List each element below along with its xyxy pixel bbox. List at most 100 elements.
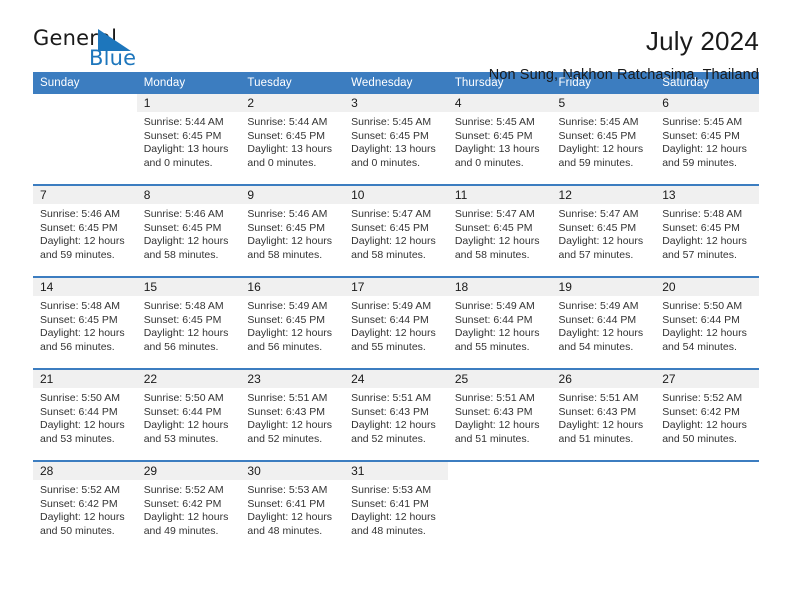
sunrise-text: Sunrise: 5:47 AM	[351, 208, 432, 220]
sunrise-text: Sunrise: 5:44 AM	[143, 116, 224, 128]
sunrise-text: Sunrise: 5:50 AM	[662, 300, 743, 312]
day-number: 5	[551, 94, 656, 112]
day-cell[interactable]: 3 Sunrise: 5:45 AM Sunset: 6:45 PM Daylight…	[344, 94, 448, 184]
sunrise-text: Sunrise: 5:49 AM	[351, 300, 432, 312]
day-cell[interactable]: 8 Sunrise: 5:46 AM Sunset: 6:45 PM Daylight…	[136, 186, 241, 276]
daylight-text-line2: and 48 minutes.	[351, 524, 426, 537]
day-number: 27	[655, 370, 759, 388]
day-number: 18	[447, 278, 552, 296]
sunrise-text: Sunrise: 5:51 AM	[558, 392, 639, 404]
daylight-text-line2: and 50 minutes.	[40, 524, 115, 537]
day-cell[interactable]: 9 Sunrise: 5:46 AM Sunset: 6:45 PM Daylight…	[240, 186, 345, 276]
day-cell[interactable]: 15 Sunrise: 5:48 AM Sunset: 6:45 PM Dayligh…	[136, 278, 241, 368]
day-number: 6	[655, 94, 759, 112]
calendar-week-row: 21 Sunrise: 5:50 AM Sunset: 6:44 PM Dayligh…	[33, 368, 759, 461]
day-cell[interactable]: 5 Sunrise: 5:45 AM Sunset: 6:45 PM Daylight…	[551, 94, 656, 184]
day-number: 8	[136, 186, 241, 204]
daylight-text-line1: Daylight: 12 hours	[558, 327, 644, 340]
day-details: Sunrise: 5:50 AM Sunset: 6:44 PM Daylight:…	[137, 388, 241, 446]
day-cell[interactable]: 29 Sunrise: 5:52 AM Sunset: 6:42 PM Dayligh…	[136, 462, 241, 552]
sunrise-text: Sunrise: 5:50 AM	[40, 392, 120, 404]
day-cell[interactable]: 22 Sunrise: 5:50 AM Sunset: 6:44 PM Dayligh…	[136, 370, 241, 460]
day-number: 23	[240, 370, 345, 388]
day-cell[interactable]: 1 Sunrise: 5:44 AM Sunset: 6:45 PM Daylight…	[136, 94, 241, 184]
day-number: 9	[240, 186, 345, 204]
day-cell[interactable]: 4 Sunrise: 5:45 AM Sunset: 6:45 PM Daylight…	[447, 94, 552, 184]
day-cell[interactable]: 16 Sunrise: 5:49 AM Sunset: 6:45 PM Dayligh…	[240, 278, 345, 368]
weekday-header-monday: Monday	[136, 72, 241, 94]
day-cell[interactable]: 25 Sunrise: 5:51 AM Sunset: 6:43 PM Dayligh…	[447, 370, 552, 460]
day-number: 13	[655, 186, 759, 204]
day-cell[interactable]: 27 Sunrise: 5:52 AM Sunset: 6:42 PM Dayligh…	[655, 370, 759, 460]
page-title: July 2024	[645, 26, 759, 56]
day-number: 11	[447, 186, 552, 204]
day-details: Sunrise: 5:52 AM Sunset: 6:42 PM Daylight:…	[137, 480, 241, 538]
day-cell[interactable]: 26 Sunrise: 5:51 AM Sunset: 6:43 PM Dayligh…	[551, 370, 656, 460]
day-cell[interactable]: 28 Sunrise: 5:52 AM Sunset: 6:42 PM Dayligh…	[33, 462, 137, 552]
day-cell[interactable]: 17 Sunrise: 5:49 AM Sunset: 6:44 PM Dayligh…	[344, 278, 448, 368]
day-cell[interactable]: 31 Sunrise: 5:53 AM Sunset: 6:41 PM Dayligh…	[344, 462, 448, 552]
day-cell[interactable]: 21 Sunrise: 5:50 AM Sunset: 6:44 PM Dayligh…	[33, 370, 137, 460]
sunset-text: Sunset: 6:45 PM	[143, 313, 222, 326]
day-cell[interactable]: 11 Sunrise: 5:47 AM Sunset: 6:45 PM Dayligh…	[447, 186, 552, 276]
day-cell[interactable]: 13 Sunrise: 5:48 AM Sunset: 6:45 PM Dayligh…	[655, 186, 759, 276]
sunrise-text: Sunrise: 5:44 AM	[247, 116, 328, 128]
daylight-text-line2: and 53 minutes.	[143, 432, 219, 445]
day-number: 3	[344, 94, 448, 112]
day-details: Sunrise: 5:45 AM Sunset: 6:45 PM Daylight:…	[552, 112, 656, 170]
daylight-text-line1: Daylight: 12 hours	[143, 327, 229, 340]
sunset-text: Sunset: 6:45 PM	[454, 221, 533, 234]
day-details: Sunrise: 5:48 AM Sunset: 6:45 PM Daylight:…	[655, 204, 759, 262]
sunset-text: Sunset: 6:42 PM	[143, 497, 222, 510]
day-cell[interactable]: 2 Sunrise: 5:44 AM Sunset: 6:45 PM Daylight…	[240, 94, 345, 184]
day-cell-empty	[552, 462, 656, 552]
sunrise-text: Sunrise: 5:51 AM	[351, 392, 432, 404]
sunset-text: Sunset: 6:45 PM	[662, 221, 740, 234]
day-number: 25	[447, 370, 552, 388]
sunset-text: Sunset: 6:45 PM	[143, 221, 222, 234]
day-details: Sunrise: 5:53 AM Sunset: 6:41 PM Daylight:…	[240, 480, 344, 538]
day-cell[interactable]: 12 Sunrise: 5:47 AM Sunset: 6:45 PM Dayligh…	[551, 186, 656, 276]
brand-logo[interactable]: General Blue	[33, 26, 163, 72]
sunset-text: Sunset: 6:43 PM	[247, 405, 326, 418]
daylight-text-line1: Daylight: 12 hours	[143, 419, 229, 432]
day-cell[interactable]: 23 Sunrise: 5:51 AM Sunset: 6:43 PM Dayligh…	[240, 370, 345, 460]
day-cell[interactable]: 30 Sunrise: 5:53 AM Sunset: 6:41 PM Dayligh…	[240, 462, 345, 552]
daylight-text-line1: Daylight: 12 hours	[351, 327, 436, 340]
sunset-text: Sunset: 6:41 PM	[247, 497, 326, 510]
day-cell[interactable]: 14 Sunrise: 5:48 AM Sunset: 6:45 PM Dayligh…	[33, 278, 137, 368]
daylight-text-line2: and 59 minutes.	[558, 156, 634, 169]
day-cell[interactable]: 7 Sunrise: 5:46 AM Sunset: 6:45 PM Daylight…	[33, 186, 137, 276]
sunset-text: Sunset: 6:44 PM	[558, 313, 637, 326]
sunrise-text: Sunrise: 5:53 AM	[351, 484, 432, 496]
day-details: Sunrise: 5:48 AM Sunset: 6:45 PM Daylight:…	[33, 296, 137, 354]
sunrise-text: Sunrise: 5:46 AM	[247, 208, 328, 220]
sunset-text: Sunset: 6:43 PM	[558, 405, 637, 418]
day-number: 21	[33, 370, 137, 388]
weekday-header-wednesday: Wednesday	[344, 72, 448, 94]
day-cell[interactable]: 19 Sunrise: 5:49 AM Sunset: 6:44 PM Dayligh…	[551, 278, 656, 368]
sunset-text: Sunset: 6:45 PM	[143, 129, 222, 142]
sunrise-text: Sunrise: 5:45 AM	[454, 116, 535, 128]
sunrise-text: Sunrise: 5:50 AM	[143, 392, 224, 404]
calendar-week-row: 1 Sunrise: 5:44 AM Sunset: 6:45 PM Daylight…	[33, 94, 759, 185]
daylight-text-line2: and 58 minutes.	[454, 248, 530, 261]
day-number: 26	[551, 370, 656, 388]
day-cell[interactable]: 18 Sunrise: 5:49 AM Sunset: 6:44 PM Dayligh…	[447, 278, 552, 368]
daylight-text-line2: and 58 minutes.	[143, 248, 219, 261]
day-details: Sunrise: 5:50 AM Sunset: 6:44 PM Daylight:…	[33, 388, 137, 446]
day-details: Sunrise: 5:45 AM Sunset: 6:45 PM Daylight:…	[655, 112, 759, 170]
sunset-text: Sunset: 6:45 PM	[247, 313, 326, 326]
daylight-text-line2: and 59 minutes.	[662, 156, 737, 169]
daylight-text-line1: Daylight: 12 hours	[454, 419, 540, 432]
day-cell[interactable]: 20 Sunrise: 5:50 AM Sunset: 6:44 PM Dayligh…	[655, 278, 759, 368]
day-details: Sunrise: 5:51 AM Sunset: 6:43 PM Daylight:…	[344, 388, 448, 446]
daylight-text-line1: Daylight: 13 hours	[454, 143, 540, 156]
day-details: Sunrise: 5:48 AM Sunset: 6:45 PM Daylight:…	[137, 296, 241, 354]
calendar-week-row: 7 Sunrise: 5:46 AM Sunset: 6:45 PM Daylight…	[33, 184, 759, 277]
day-cell[interactable]: 24 Sunrise: 5:51 AM Sunset: 6:43 PM Dayligh…	[344, 370, 448, 460]
day-cell[interactable]: 10 Sunrise: 5:47 AM Sunset: 6:45 PM Dayligh…	[344, 186, 448, 276]
sunset-text: Sunset: 6:45 PM	[454, 129, 533, 142]
day-details: Sunrise: 5:52 AM Sunset: 6:42 PM Daylight:…	[33, 480, 137, 538]
day-cell[interactable]: 6 Sunrise: 5:45 AM Sunset: 6:45 PM Daylight…	[655, 94, 759, 184]
